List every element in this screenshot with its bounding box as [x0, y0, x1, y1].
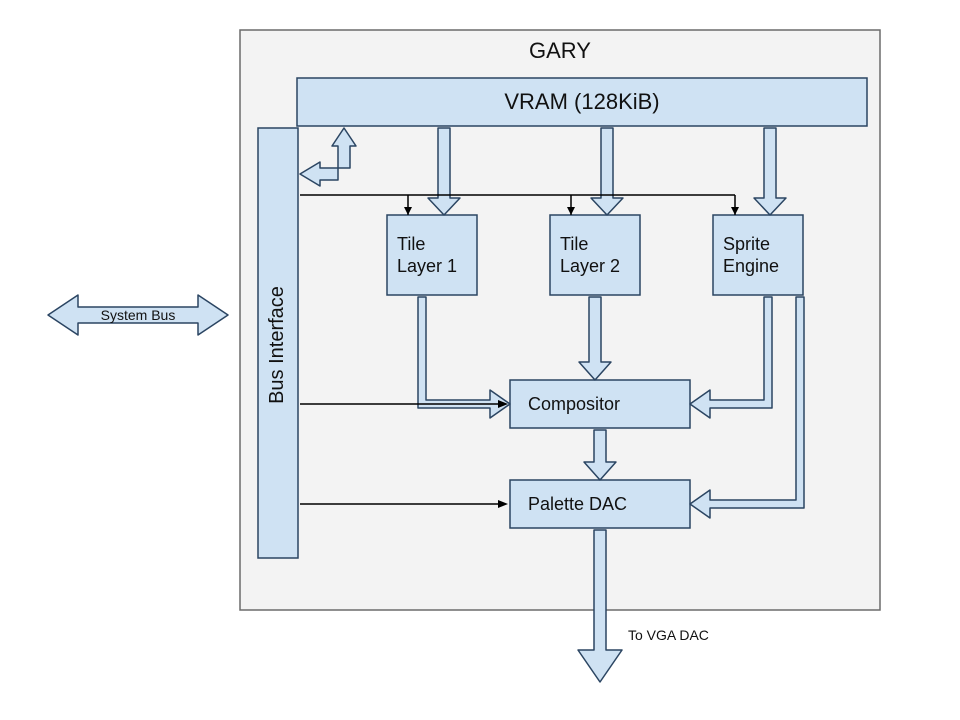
tile-layer-2-label-b: Layer 2	[560, 256, 620, 276]
palette-dac-label: Palette DAC	[528, 494, 627, 514]
to-vga-dac-label: To VGA DAC	[628, 627, 709, 643]
bus-interface-label: Bus Interface	[266, 286, 288, 404]
compositor-label: Compositor	[528, 394, 620, 414]
gary-title: GARY	[529, 38, 591, 63]
tile-layer-2-block	[550, 215, 640, 295]
sprite-engine-label-b: Engine	[723, 256, 779, 276]
sprite-engine-label-a: Sprite	[723, 234, 770, 254]
tile-layer-1-label-b: Layer 1	[397, 256, 457, 276]
tile-layer-1-block	[387, 215, 477, 295]
system-bus-label: System Bus	[101, 307, 176, 323]
sprite-engine-block	[713, 215, 803, 295]
vram-label: VRAM (128KiB)	[504, 89, 659, 114]
tile-layer-2-label-a: Tile	[560, 234, 588, 254]
tile-layer-1-label-a: Tile	[397, 234, 425, 254]
